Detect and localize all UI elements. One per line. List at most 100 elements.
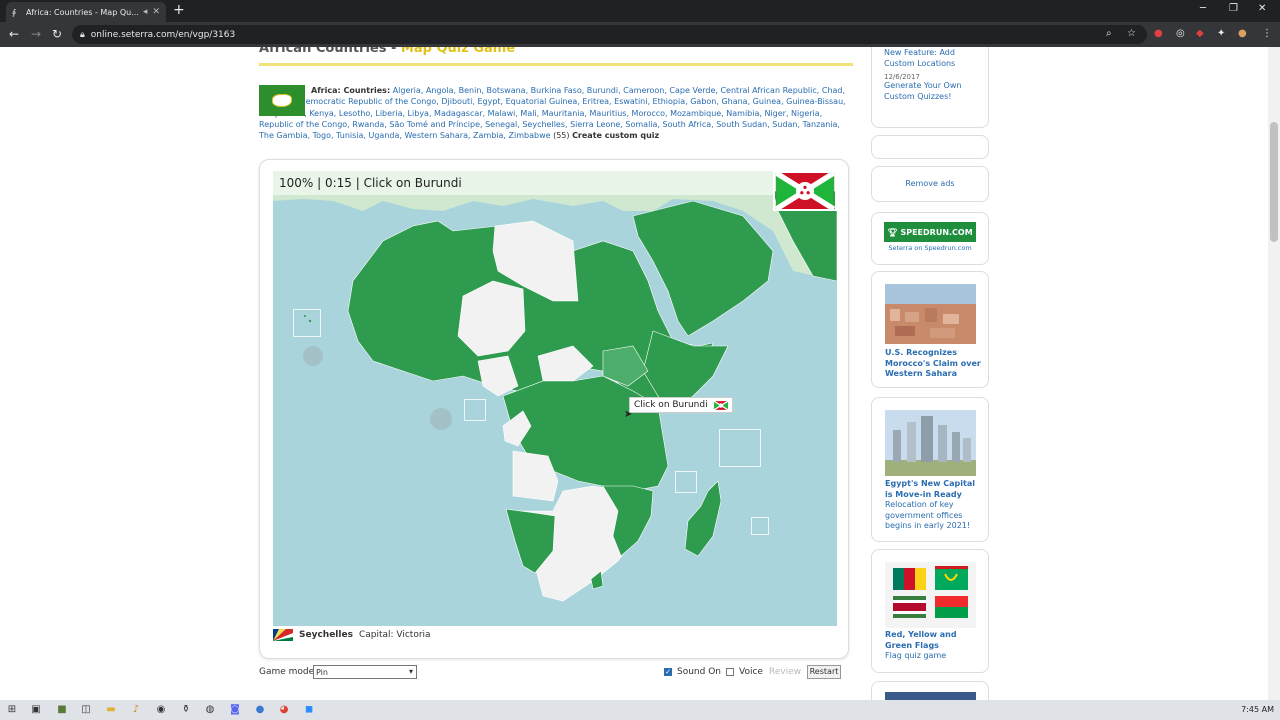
obs-icon[interactable]: ● — [254, 704, 266, 716]
extension-red-icon[interactable]: ◆ — [1196, 28, 1204, 39]
seychelles-flag-icon — [273, 629, 293, 641]
article-title-egypt[interactable]: Egypt's New Capital is Move-in Ready — [885, 479, 981, 500]
new-tab-button[interactable]: + — [173, 2, 185, 18]
info-country: Seychelles — [299, 630, 353, 640]
address-bar[interactable]: 🔒︎ online.seterra.com/en/vgp/3163 — [72, 25, 1147, 44]
gambia-circle[interactable] — [303, 346, 323, 366]
browser-tab[interactable]: ∮ Africa: Countries - Map Qu... ◂ ✕ — [6, 2, 166, 22]
article-title-flags[interactable]: Red, Yellow and Green Flags — [885, 630, 981, 651]
countries-description: Africa: Countries: Algeria, Angola, Beni… — [259, 85, 849, 141]
bookmark-star-icon[interactable]: ☆ — [1127, 28, 1136, 39]
article-card-morocco[interactable]: U.S. Recognizes Morocco's Claim over Wes… — [871, 271, 989, 388]
heading-main: African Countries — [259, 47, 387, 56]
restart-button[interactable]: Restart — [807, 665, 841, 679]
article-title-morocco[interactable]: U.S. Recognizes Morocco's Claim over Wes… — [885, 348, 981, 380]
voice-checkbox[interactable]: Voice — [726, 667, 763, 677]
countries-count: (55) — [553, 131, 570, 141]
mouse-cursor-icon: ➤ — [624, 409, 633, 420]
puzzle-icon[interactable]: ✦ — [1217, 28, 1225, 39]
avatar-icon[interactable]: ● — [1238, 28, 1247, 39]
app-icon-6[interactable]: ⚱ — [180, 704, 192, 716]
speedrun-logo[interactable]: 🏆︎ SPEEDRUN.COM — [884, 222, 976, 242]
app-icon-5[interactable]: ◉ — [155, 704, 167, 716]
audio-app-icon[interactable]: ♪ — [130, 704, 142, 716]
scrollbar-thumb[interactable] — [1270, 122, 1278, 242]
menu-dots-icon[interactable]: ⋮ — [1262, 28, 1272, 39]
seterra-favicon-icon: ∮ — [12, 7, 17, 17]
news-link-1[interactable]: New Feature: Add Custom Locations — [884, 48, 976, 69]
speedrun-caption[interactable]: Seterra on Speedrun.com — [884, 244, 976, 252]
remove-ads-link[interactable]: Remove ads — [872, 167, 988, 201]
game-mode-value: Pin — [316, 667, 328, 677]
zoom-icon[interactable]: ⌕ — [1106, 28, 1112, 39]
extension-icon[interactable]: ◎ — [1176, 28, 1185, 39]
sao-tome-box[interactable] — [464, 399, 486, 421]
remove-ads-card[interactable]: Remove ads — [871, 166, 989, 202]
cape-verde-box[interactable] — [293, 309, 321, 337]
countries-label: Africa: Countries: — [311, 86, 391, 95]
minimize-icon[interactable]: ─ — [1200, 3, 1206, 14]
back-icon[interactable]: ← — [9, 27, 19, 41]
article-card-flags[interactable]: Red, Yellow and Green Flags Flag quiz ga… — [871, 549, 989, 673]
sao-tome-circle[interactable] — [430, 408, 452, 430]
news-date-2: 12/6/2017 — [884, 73, 920, 81]
taskbar-clock: 7:45 AM — [1241, 705, 1274, 714]
chevron-down-icon: ▾ — [408, 667, 413, 676]
steam-icon[interactable]: ◍ — [204, 704, 216, 716]
article-card-next[interactable] — [871, 681, 989, 700]
article-text-egypt: Egypt's New Capital is Move-in Ready Rel… — [885, 479, 981, 532]
minecraft-icon[interactable]: ■ — [56, 704, 68, 716]
browser-titlebar: ∮ Africa: Countries - Map Qu... ◂ ✕ + ─ … — [0, 0, 1280, 22]
voice-label: Voice — [739, 667, 763, 677]
zoom-app-icon[interactable]: ◼ — [303, 704, 315, 716]
article-text-flags: Red, Yellow and Green Flags Flag quiz ga… — [885, 630, 981, 662]
speedrun-card[interactable]: 🏆︎ SPEEDRUN.COM Seterra on Speedrun.com — [871, 212, 989, 265]
hint-text: Click on Burundi — [634, 400, 708, 410]
egypt-capital-thumbnail — [885, 410, 976, 476]
heading-divider — [259, 63, 853, 66]
os-taskbar: ⊞ ▣ ■ ◫ ▬ ♪ ◉ ⚱ ◍ ◙ ● ◕ ◼ 7:45 AM — [0, 700, 1280, 720]
info-capital: Capital: Victoria — [358, 630, 431, 640]
seychelles-box[interactable] — [719, 429, 761, 467]
trophy-icon: 🏆︎ — [887, 227, 898, 237]
article-card-egypt[interactable]: Egypt's New Capital is Move-in Ready Rel… — [871, 397, 989, 542]
folder-icon[interactable]: ▬ — [105, 704, 117, 716]
windows-start-icon[interactable]: ⊞ — [6, 704, 18, 716]
article-sub-flags: Flag quiz game — [885, 651, 947, 660]
task-view-icon[interactable]: ▣ — [30, 704, 42, 716]
ad-slot — [871, 135, 989, 159]
review-link[interactable]: Review — [769, 667, 801, 677]
page-scrollbar[interactable] — [1268, 47, 1280, 700]
url-text: online.seterra.com/en/vgp/3163 — [90, 29, 236, 40]
africa-map[interactable]: 100% | 0:15 | Click on Burundi Click on … — [273, 171, 837, 626]
quiz-status: 100% | 0:15 | Click on Burundi — [273, 171, 773, 195]
restore-icon[interactable]: ❐ — [1229, 3, 1238, 14]
comoros-box[interactable] — [675, 471, 697, 493]
african-union-flag-icon — [259, 85, 305, 116]
africa-map-svg[interactable] — [273, 171, 837, 626]
create-custom-quiz-link[interactable]: Create custom quiz — [572, 131, 659, 140]
mauritius-box[interactable] — [751, 517, 769, 535]
checkbox-unchecked-icon[interactable] — [726, 668, 734, 676]
country-info-bar: Seychelles Capital: Victoria — [273, 629, 431, 641]
forward-icon[interactable]: → — [31, 27, 41, 41]
chrome-icon[interactable]: ◕ — [278, 704, 290, 716]
news-card: New Feature: Add Custom Locations 12/6/2… — [871, 47, 989, 128]
hint-tooltip: Click on Burundi — [629, 397, 733, 413]
game-mode-label: Game mode: — [259, 667, 318, 677]
next-article-thumbnail — [885, 692, 976, 700]
speedrun-logo-text: SPEEDRUN.COM — [900, 227, 973, 237]
quiz-card: 100% | 0:15 | Click on Burundi Click on … — [259, 159, 849, 659]
game-mode-select[interactable]: Pin ▾ — [313, 665, 417, 679]
app-icon-2[interactable]: ◫ — [80, 704, 92, 716]
heading-sub: Map Quiz Game — [400, 47, 516, 56]
discord-icon[interactable]: ◙ — [229, 704, 241, 716]
sound-checkbox[interactable]: ✓ Sound On — [664, 667, 721, 677]
news-link-2[interactable]: Generate Your Own Custom Quizzes! — [884, 81, 976, 102]
tab-close-icon[interactable]: ✕ — [152, 7, 160, 17]
close-window-icon[interactable]: ✕ — [1258, 3, 1266, 14]
reload-icon[interactable]: ↻ — [52, 27, 62, 41]
quiz-controls: Game mode: Pin ▾ ✓ Sound On Voice Review… — [259, 665, 849, 681]
checkbox-checked-icon[interactable]: ✓ — [664, 668, 672, 676]
adblock-icon[interactable]: ● — [1154, 28, 1163, 39]
